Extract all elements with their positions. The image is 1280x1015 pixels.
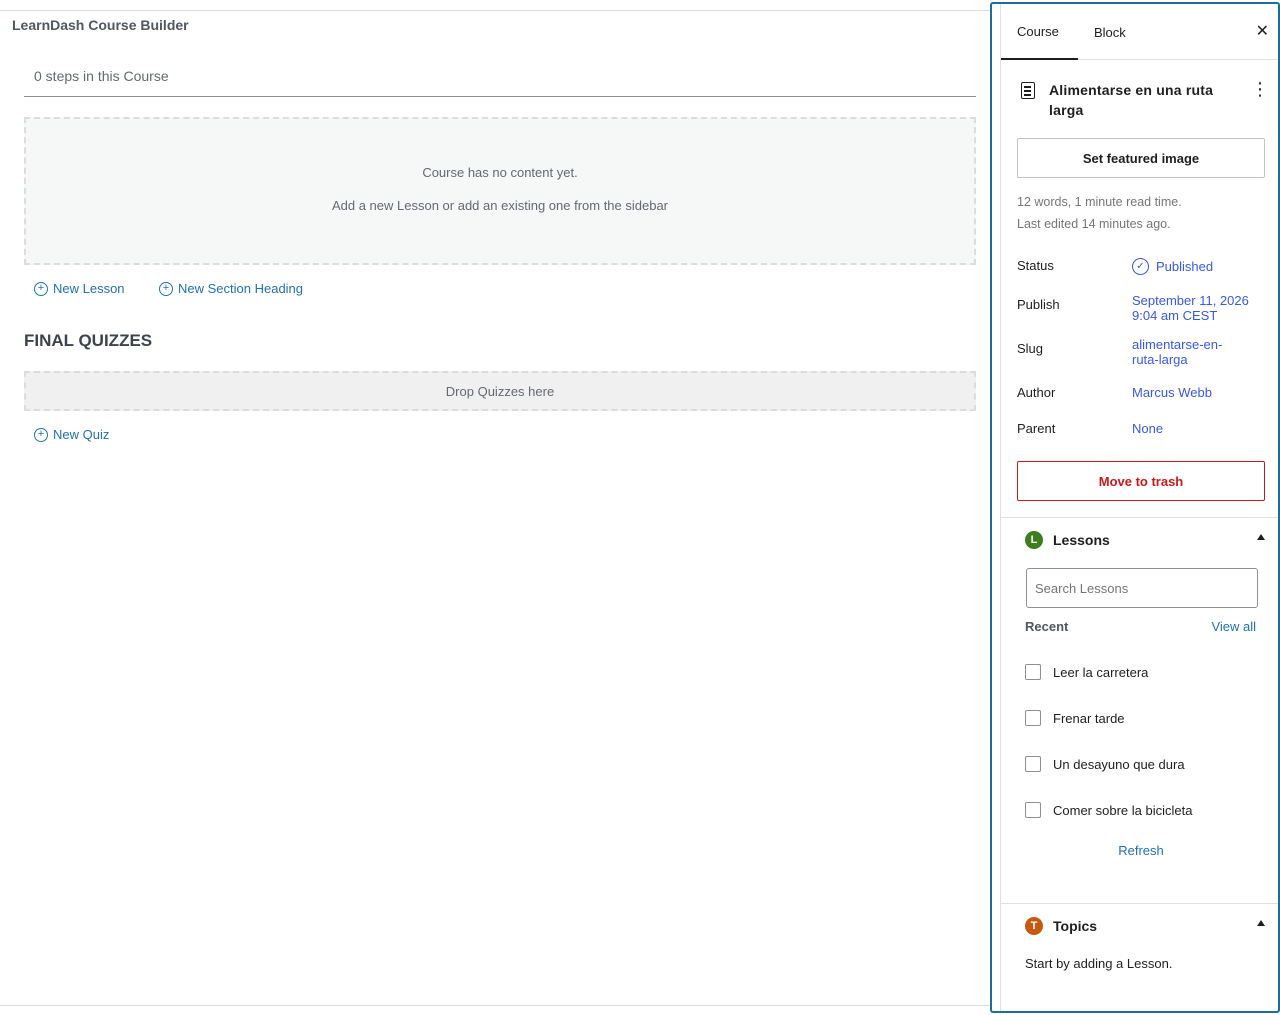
author-label: Author bbox=[1017, 385, 1056, 400]
publish-date-button[interactable]: September 11, 2026 9:04 am CEST bbox=[1132, 293, 1262, 323]
slug-label: Slug bbox=[1017, 341, 1044, 356]
new-section-heading-label: New Section Heading bbox=[178, 281, 304, 296]
lesson-item[interactable]: Comer sobre la bicicleta bbox=[1025, 800, 1265, 820]
author-button[interactable]: Marcus Webb bbox=[1132, 385, 1262, 400]
collapse-caret-icon[interactable] bbox=[1257, 920, 1265, 926]
tab-course[interactable]: Course bbox=[1001, 4, 1078, 60]
section-divider bbox=[1001, 903, 1278, 904]
lesson-item[interactable]: Frenar tarde bbox=[1025, 708, 1265, 728]
lessons-panel-header[interactable]: L Lessons bbox=[1025, 530, 1265, 550]
lesson-item[interactable]: Un desayuno que dura bbox=[1025, 754, 1265, 774]
plus-circle-icon: + bbox=[34, 281, 48, 296]
course-builder: LearnDash Course Builder 0 steps in this… bbox=[0, 0, 990, 1015]
publish-label: Publish bbox=[1017, 297, 1060, 312]
steps-divider bbox=[24, 96, 976, 97]
slug-button[interactable]: alimentarse-en-ruta-larga bbox=[1132, 337, 1232, 367]
status-label: Status bbox=[1017, 258, 1054, 273]
new-lesson-button[interactable]: + New Lesson bbox=[34, 281, 125, 296]
post-title: Alimentarse en una ruta larga bbox=[1049, 82, 1214, 118]
quiz-drop-zone[interactable]: Drop Quizzes here bbox=[24, 371, 976, 411]
new-quiz-button[interactable]: + New Quiz bbox=[34, 427, 109, 442]
move-to-trash-button[interactable]: Move to trash bbox=[1017, 461, 1265, 501]
top-divider bbox=[0, 10, 990, 11]
search-lessons-input[interactable] bbox=[1026, 568, 1258, 608]
empty-message: Course has no content yet. bbox=[422, 165, 578, 180]
lessons-panel-title: Lessons bbox=[1053, 532, 1110, 548]
set-featured-image-button[interactable]: Set featured image bbox=[1017, 138, 1265, 178]
sidebar-tabs: Course Block ✕ bbox=[1001, 4, 1278, 60]
lesson-checkbox[interactable] bbox=[1025, 710, 1041, 726]
new-lesson-label: New Lesson bbox=[53, 281, 125, 296]
lesson-checkbox[interactable] bbox=[1025, 802, 1041, 818]
lessons-badge: L bbox=[1025, 531, 1043, 549]
recent-label: Recent bbox=[1025, 619, 1069, 634]
lesson-label: Comer sobre la bicicleta bbox=[1053, 802, 1193, 818]
lessons-drop-zone[interactable]: Course has no content yet. Add a new Les… bbox=[24, 117, 976, 265]
refresh-button[interactable]: Refresh bbox=[1001, 843, 1278, 858]
more-options-icon[interactable]: ⋮ bbox=[1251, 80, 1269, 98]
steps-count: 0 steps in this Course bbox=[34, 68, 169, 84]
empty-hint: Add a new Lesson or add an existing one … bbox=[331, 198, 669, 213]
topics-badge: T bbox=[1025, 917, 1043, 935]
parent-button[interactable]: None bbox=[1132, 421, 1262, 436]
check-circle-icon: ✓ bbox=[1132, 258, 1149, 275]
last-edited: Last edited 14 minutes ago. bbox=[1017, 217, 1171, 231]
quiz-drop-label: Drop Quizzes here bbox=[445, 383, 555, 399]
final-quizzes-heading: FINAL QUIZZES bbox=[24, 331, 153, 350]
new-section-heading-button[interactable]: + New Section Heading bbox=[159, 281, 303, 296]
view-all-link[interactable]: View all bbox=[1211, 619, 1256, 634]
parent-label: Parent bbox=[1017, 421, 1056, 436]
word-count: 12 words, 1 minute read time. bbox=[1017, 195, 1182, 209]
close-icon[interactable]: ✕ bbox=[1256, 24, 1269, 40]
plus-circle-icon: + bbox=[34, 427, 48, 442]
status-value: Published bbox=[1156, 259, 1214, 274]
lesson-checkbox[interactable] bbox=[1025, 664, 1041, 680]
lesson-checkbox[interactable] bbox=[1025, 756, 1041, 772]
builder-title: LearnDash Course Builder bbox=[12, 17, 189, 33]
topics-empty-message: Start by adding a Lesson. bbox=[1025, 956, 1173, 971]
bottom-divider bbox=[0, 1005, 990, 1006]
lesson-label: Frenar tarde bbox=[1053, 710, 1125, 726]
tab-block[interactable]: Block bbox=[1094, 4, 1126, 60]
lesson-label: Un desayuno que dura bbox=[1053, 756, 1185, 772]
lesson-label: Leer la carretera bbox=[1053, 664, 1149, 680]
settings-sidebar: Course Block ✕ Alimentarse en una ruta l… bbox=[990, 2, 1280, 1013]
topics-panel-header[interactable]: T Topics bbox=[1025, 916, 1265, 936]
new-quiz-label: New Quiz bbox=[53, 427, 110, 442]
section-divider bbox=[1001, 517, 1278, 518]
topics-panel-title: Topics bbox=[1053, 918, 1098, 934]
status-value-button[interactable]: ✓ Published bbox=[1132, 258, 1262, 275]
collapse-caret-icon[interactable] bbox=[1257, 534, 1265, 540]
document-icon bbox=[1021, 82, 1035, 99]
plus-circle-icon: + bbox=[159, 281, 173, 296]
lesson-item[interactable]: Leer la carretera bbox=[1025, 662, 1265, 682]
